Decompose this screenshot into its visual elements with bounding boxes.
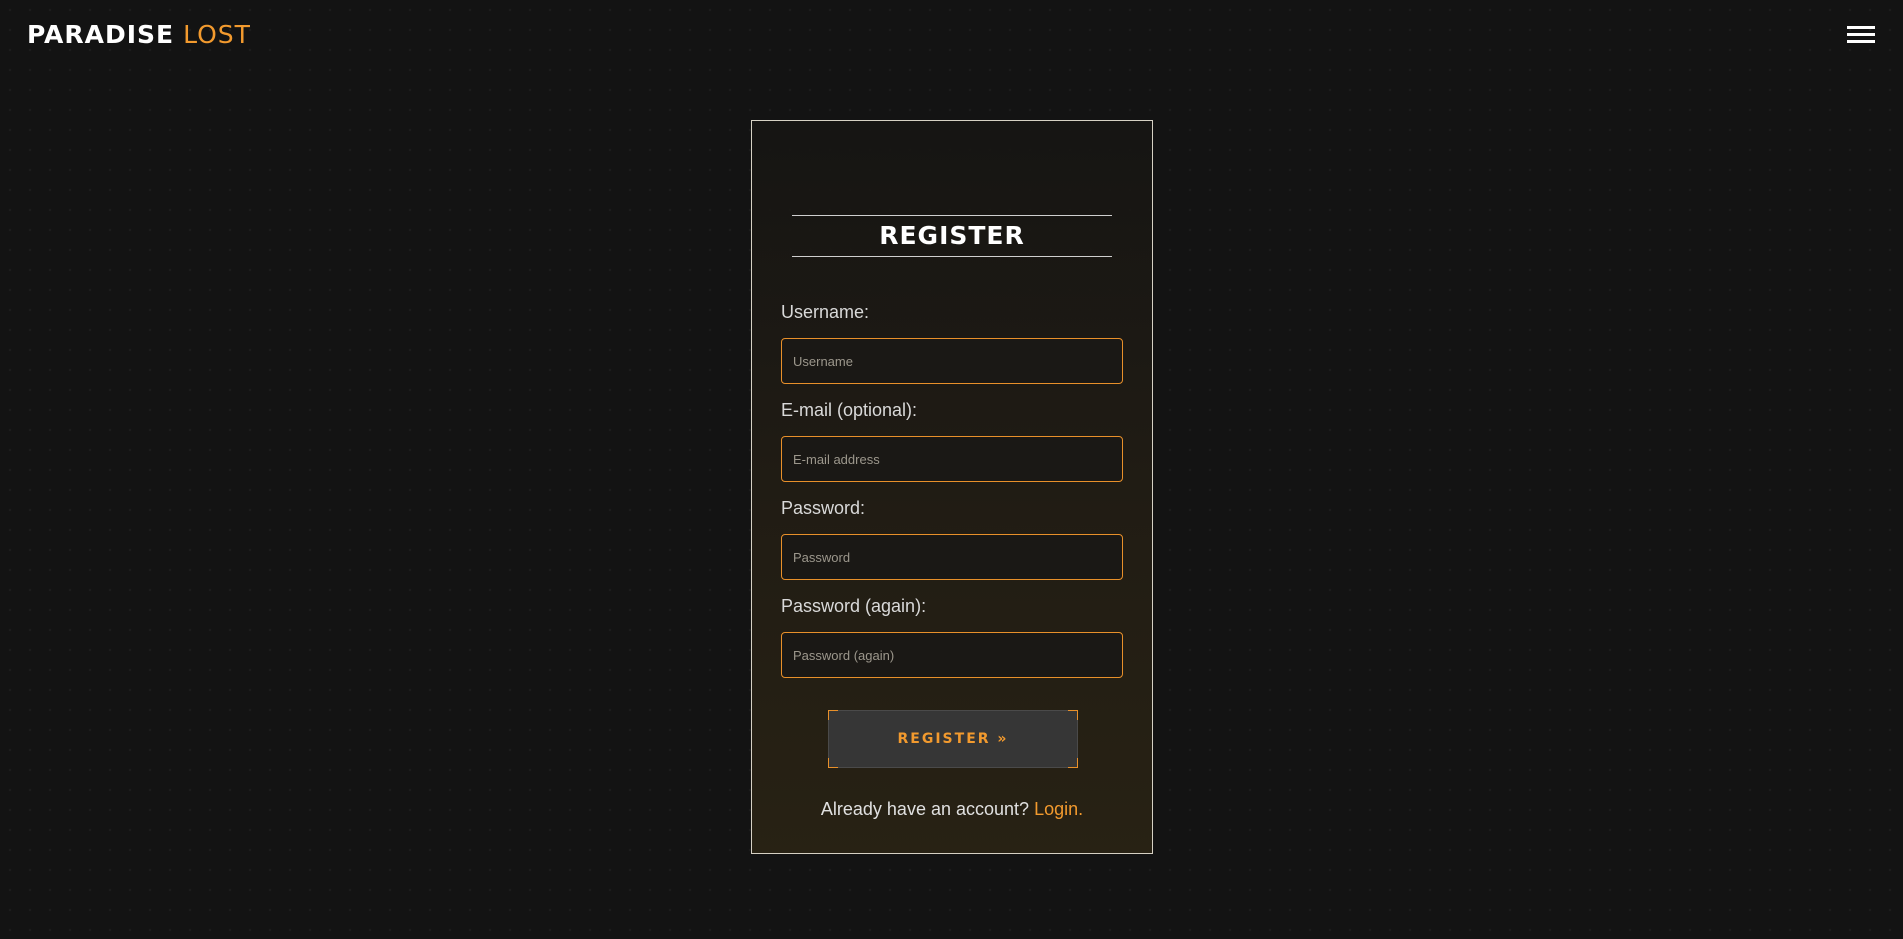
corner-accent xyxy=(1068,710,1078,720)
password-input[interactable] xyxy=(781,534,1123,580)
menu-bar xyxy=(1847,26,1875,29)
logo-accent-text: LOST xyxy=(183,20,251,49)
site-header: PARADISE LOST xyxy=(0,0,1903,70)
register-button-label: REGISTER » xyxy=(897,731,1009,747)
site-logo[interactable]: PARADISE LOST xyxy=(27,20,251,50)
menu-bar xyxy=(1847,40,1875,43)
corner-accent xyxy=(828,710,838,720)
password-again-label: Password (again): xyxy=(781,596,927,616)
login-prompt: Already have an account? Login. xyxy=(752,797,1152,821)
corner-accent xyxy=(1068,758,1078,768)
corner-accent xyxy=(828,758,838,768)
username-input[interactable] xyxy=(781,338,1123,384)
register-title-box: REGISTER xyxy=(792,215,1112,257)
register-title: REGISTER xyxy=(879,221,1025,250)
password-again-input[interactable] xyxy=(781,632,1123,678)
email-input[interactable] xyxy=(781,436,1123,482)
login-link[interactable]: Login. xyxy=(1034,799,1083,819)
logo-primary-text: PARADISE xyxy=(27,20,175,49)
username-label: Username: xyxy=(781,302,870,322)
email-label: E-mail (optional): xyxy=(781,400,918,420)
login-prompt-text: Already have an account? xyxy=(820,799,1030,819)
register-button[interactable]: REGISTER » xyxy=(828,710,1078,768)
hamburger-menu-icon[interactable] xyxy=(1847,24,1875,46)
password-label: Password: xyxy=(781,498,866,518)
menu-bar xyxy=(1847,33,1875,36)
register-card: REGISTER Username: E-mail (optional): Pa… xyxy=(751,120,1153,854)
